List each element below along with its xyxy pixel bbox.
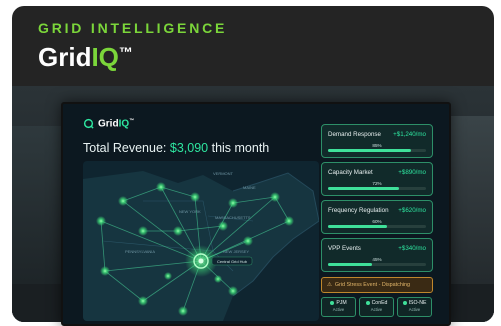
map-region-vermont: VERMONT xyxy=(213,171,234,176)
panel-frequency-regulation[interactable]: Frequency Regulation +$620/mo 60% xyxy=(321,200,433,234)
panel-capacity-market[interactable]: Capacity Market +$890/mo 72% xyxy=(321,162,433,196)
system-status-pjm[interactable]: PJM Active xyxy=(321,297,356,317)
progress-track xyxy=(328,263,426,266)
total-revenue: Total Revenue: $3,090 this month xyxy=(83,141,269,155)
map-region-new-jersey: NEW JERSEY xyxy=(223,249,249,254)
system-status: Active xyxy=(332,307,345,312)
griq-logo-icon xyxy=(83,119,94,129)
panel-value: +$890/mo xyxy=(398,169,426,176)
panel-value: +$340/mo xyxy=(398,245,426,252)
progress-fill xyxy=(328,263,373,266)
panel-pct: 85% xyxy=(372,143,382,148)
panel-label: Capacity Market xyxy=(328,169,373,176)
system-status-coned[interactable]: ConEd Active xyxy=(359,297,394,317)
progress-fill xyxy=(328,225,387,228)
revenue-suffix: this month xyxy=(211,141,270,155)
progress-track xyxy=(328,149,426,152)
progress-track xyxy=(328,187,426,190)
panel-label: Demand Response xyxy=(328,131,381,138)
screen-logo-prefix: Grid xyxy=(98,118,119,130)
screen-logo-tm: ™ xyxy=(129,118,135,124)
map-region-new-york: NEW YORK xyxy=(179,209,201,214)
status-dot-icon xyxy=(365,300,370,305)
panel-pct: 60% xyxy=(372,219,382,224)
panel-vpp-events[interactable]: VPP Events +$340/mo 45% xyxy=(321,238,433,272)
system-name: ConEd xyxy=(371,300,388,306)
brand-title: GridIQ™ xyxy=(38,42,133,73)
system-status-iso-ne[interactable]: ISO-NE Active xyxy=(397,297,432,317)
screen-logo: GridIQ™ xyxy=(83,118,134,129)
system-name: PJM xyxy=(336,300,347,306)
panel-value: +$620/mo xyxy=(398,207,426,214)
revenue-amount: $3,090 xyxy=(169,141,209,155)
brand-eyebrow: GRID INTELLIGENCE xyxy=(38,20,228,36)
brand-title-accent: IQ xyxy=(91,42,119,72)
brand-title-prefix: Grid xyxy=(38,42,92,72)
map-region-massachusetts: MASSACHUSETTS xyxy=(215,215,251,220)
map-region-pennsylvania: PENNSYLVANIA xyxy=(125,249,155,254)
panel-demand-response[interactable]: Demand Response +$1,240/mo 85% xyxy=(321,124,433,158)
status-dot-icon xyxy=(330,300,335,305)
revenue-label: Total Revenue: xyxy=(83,141,167,155)
panel-value: +$1,240/mo xyxy=(393,131,426,138)
panel-pct: 72% xyxy=(372,181,382,186)
system-status: Active xyxy=(408,307,421,312)
progress-fill xyxy=(328,149,412,152)
system-name: ISO-NE xyxy=(408,300,427,306)
progress-track xyxy=(328,225,426,228)
system-status: Active xyxy=(370,307,383,312)
map-region-maine: MAINE xyxy=(243,185,256,190)
panel-label: VPP Events xyxy=(328,245,361,252)
panel-pct: 45% xyxy=(372,257,382,262)
progress-fill xyxy=(328,187,399,190)
dashboard-monitor: GridIQ™ Total Revenue: $3,090 this month xyxy=(61,102,451,326)
panel-label: Frequency Regulation xyxy=(328,207,389,214)
warning-icon: ⚠ xyxy=(327,282,332,288)
hub-label: Central Grid Hub xyxy=(217,259,248,264)
alert-text: Grid Stress Event - Dispatching xyxy=(334,282,411,288)
brand-title-tm: ™ xyxy=(118,44,133,60)
grid-stress-alert[interactable]: ⚠ Grid Stress Event - Dispatching xyxy=(321,277,433,293)
status-dot-icon xyxy=(402,300,407,305)
grid-map: VERMONT MAINE NEW YORK MASSACHUSETTS PEN… xyxy=(83,161,319,321)
grid-map-svg: VERMONT MAINE NEW YORK MASSACHUSETTS PEN… xyxy=(83,171,319,321)
screen-logo-accent: IQ xyxy=(118,118,130,130)
